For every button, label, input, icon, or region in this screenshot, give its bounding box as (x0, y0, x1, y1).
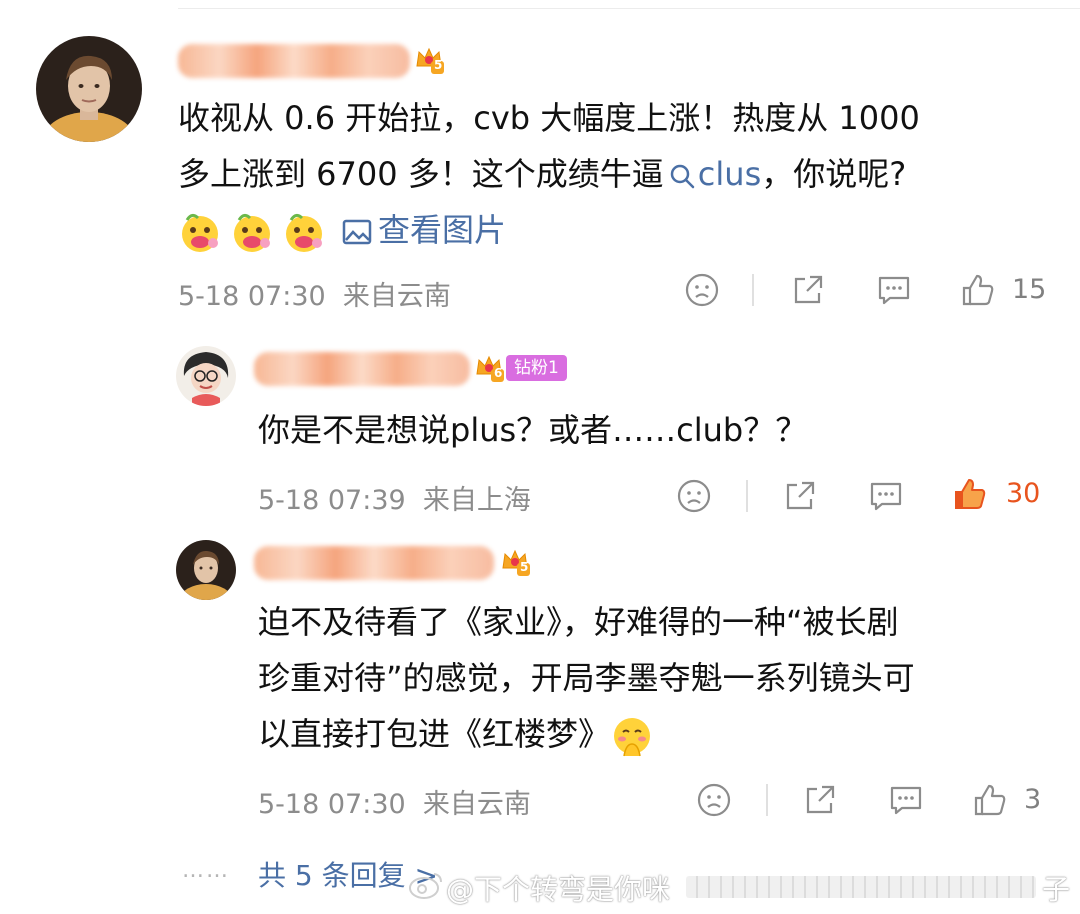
reply-text-line3: 以直接打包进《红楼梦》 (258, 706, 662, 762)
action-divider (746, 480, 748, 512)
sad-face-icon[interactable] (696, 782, 732, 818)
avatar-image (176, 540, 236, 600)
search-icon (670, 164, 695, 189)
avatar[interactable] (176, 540, 236, 600)
like-icon[interactable] (960, 272, 996, 308)
share-icon[interactable] (802, 782, 838, 818)
emoji-flower-face (182, 213, 218, 252)
sad-face-icon[interactable] (676, 478, 712, 514)
view-image-link[interactable]: 查看图片 (378, 211, 506, 249)
reply-text: 你是不是想说plus？或者……club？？ (258, 411, 808, 449)
emoji-shy-face (614, 718, 651, 757)
avatar-image (36, 36, 142, 142)
action-divider (766, 784, 768, 816)
reply-text-line2: 珍重对待”的感觉，开局李墨夺魁一系列镜头可 (258, 659, 915, 697)
comment-location: 来自云南 (342, 281, 451, 312)
avatar-image (176, 346, 236, 406)
level-number: 5 (520, 560, 529, 574)
comment-icon[interactable] (876, 272, 912, 308)
search-link[interactable]: clus (698, 155, 761, 193)
reply-text-line1: 迫不及待看了《家业》，好难得的一种“被长剧 (258, 603, 899, 641)
avatar[interactable] (176, 346, 236, 406)
comment-text-line1: 收视从 0.6 开始拉，cvb 大幅度上涨！热度从 1000 (178, 99, 920, 137)
comment-text-line2: 多上涨到 6700 多！这个成绩牛逼 clus，你说呢? (178, 155, 907, 193)
like-count: 15 (1012, 274, 1047, 305)
more-dots: …… (182, 858, 230, 883)
emoji-flower-face (286, 213, 322, 252)
reply-time: 5-18 07:30 来自云南 (258, 789, 531, 820)
crown-badge-icon: 5 (414, 44, 444, 74)
avatar[interactable] (36, 36, 142, 142)
like-icon-active[interactable] (952, 476, 988, 512)
watermark-bar (686, 876, 1036, 898)
share-icon[interactable] (782, 478, 818, 514)
sad-face-icon[interactable] (684, 272, 720, 308)
username-blurred[interactable] (254, 546, 494, 580)
level-number: 5 (434, 58, 443, 72)
action-divider (752, 274, 754, 306)
watermark-tail: 子 (1042, 873, 1071, 906)
comment-icon[interactable] (868, 478, 904, 514)
fan-badge: 钻粉1 (506, 355, 567, 381)
image-icon (342, 219, 372, 245)
like-count: 3 (1024, 784, 1042, 815)
crown-badge-icon: 5 (500, 546, 530, 576)
reply-location: 来自云南 (422, 789, 531, 820)
reply-time: 5-18 07:39 来自上海 (258, 485, 531, 516)
crown-badge-icon: 6 (474, 352, 504, 382)
level-number: 6 (494, 366, 503, 380)
comment-time: 5-18 07:30 来自云南 (178, 281, 451, 312)
share-icon[interactable] (790, 272, 826, 308)
comment-icon[interactable] (888, 782, 924, 818)
reply-location: 来自上海 (422, 485, 531, 516)
like-count: 30 (1006, 478, 1041, 509)
username-blurred[interactable] (254, 352, 470, 386)
top-divider (178, 8, 1080, 9)
like-icon[interactable] (972, 782, 1008, 818)
emoji-flower-face (234, 213, 270, 252)
username-blurred[interactable] (178, 44, 410, 78)
weibo-logo-icon (409, 873, 442, 899)
comment-emoji-row: 查看图片 (178, 202, 506, 258)
watermark-text: @下个转弯是你咪 (446, 873, 671, 906)
